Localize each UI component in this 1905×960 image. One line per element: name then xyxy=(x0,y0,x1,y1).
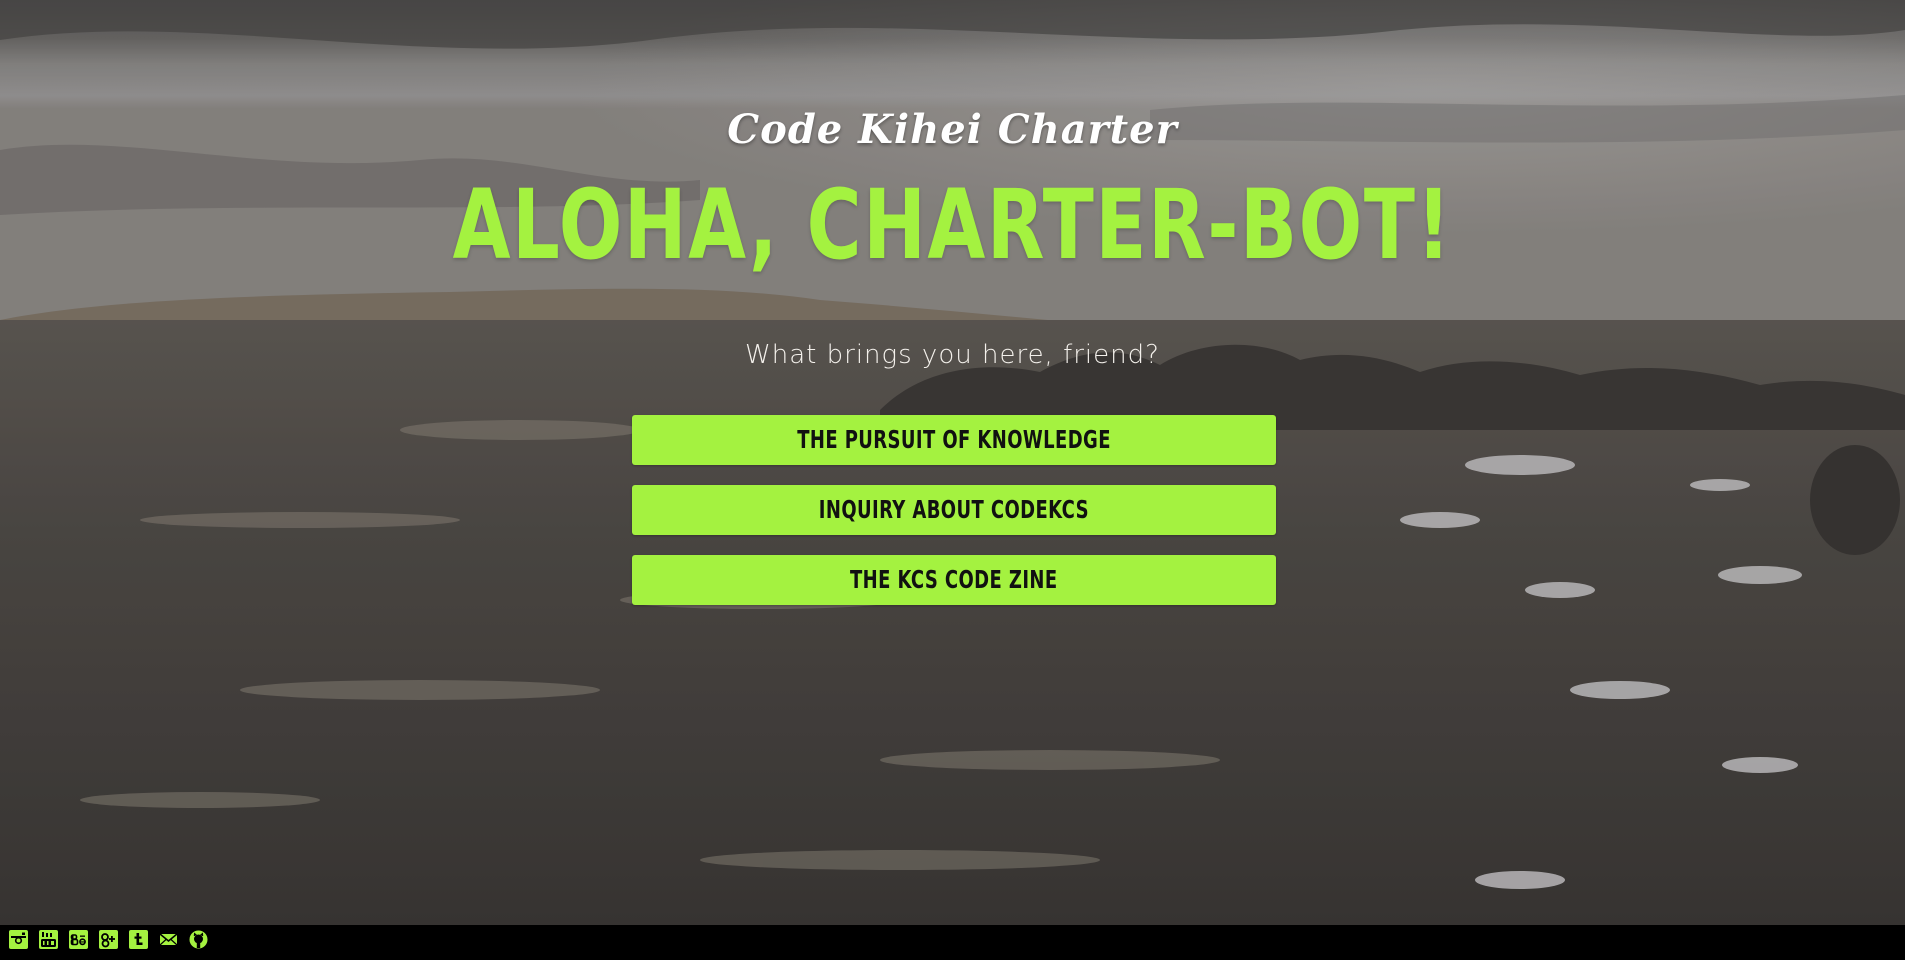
choice-list: THE PURSUIT OF KNOWLEDGE INQUIRY ABOUT C… xyxy=(632,415,1276,625)
github-icon[interactable] xyxy=(189,930,208,949)
pursuit-of-knowledge-button[interactable]: THE PURSUIT OF KNOWLEDGE xyxy=(632,415,1276,465)
brand-title: Code Kihei Charter xyxy=(727,106,1178,153)
kcs-code-zine-button[interactable]: THE KCS CODE ZINE xyxy=(632,555,1276,605)
hero-content: Code Kihei Charter ALOHA, CHARTER-BOT! W… xyxy=(0,0,1905,925)
instagram-icon[interactable] xyxy=(9,930,28,949)
subheadline: What brings you here, friend? xyxy=(745,340,1160,370)
behance-icon[interactable] xyxy=(69,930,88,949)
headline: ALOHA, CHARTER-BOT! xyxy=(452,169,1453,281)
choice-label: INQUIRY ABOUT CODEKCS xyxy=(818,495,1090,524)
tumblr-icon[interactable] xyxy=(129,930,148,949)
email-icon[interactable] xyxy=(159,930,178,949)
choice-label: THE PURSUIT OF KNOWLEDGE xyxy=(797,425,1111,454)
social-links xyxy=(9,930,208,949)
google-plus-icon[interactable] xyxy=(99,930,118,949)
youtube-icon[interactable] xyxy=(39,930,58,949)
footer-bar xyxy=(0,925,1905,960)
hero-section: Code Kihei Charter ALOHA, CHARTER-BOT! W… xyxy=(0,0,1905,925)
choice-label: THE KCS CODE ZINE xyxy=(850,565,1058,594)
inquiry-about-codekcs-button[interactable]: INQUIRY ABOUT CODEKCS xyxy=(632,485,1276,535)
